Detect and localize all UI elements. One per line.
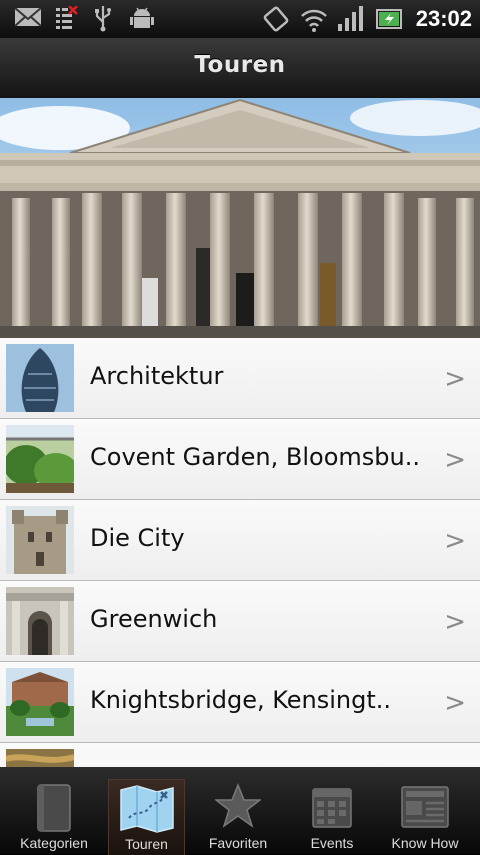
thumbnail-knightsbridge (6, 668, 74, 736)
tab-know-how[interactable]: Know How (376, 779, 474, 854)
header: Touren (0, 38, 480, 99)
status-clock: 23:02 (415, 6, 472, 31)
tab-label: Kategorien (20, 835, 88, 851)
tab-kategorien[interactable]: Kategorien (6, 779, 102, 854)
newspaper-icon (401, 786, 449, 828)
tab-label: Events (310, 835, 354, 851)
thumbnail-greenwich (6, 587, 74, 655)
bottom-tab-bar: Kategorien Touren Favoriten Events Know … (0, 767, 480, 855)
chevron-right-icon: > (444, 688, 466, 718)
map-icon (119, 785, 174, 833)
android-debug-icon (130, 7, 154, 28)
tab-events[interactable]: Events (284, 779, 380, 854)
status-bar: 23:02 (0, 0, 480, 38)
list-item[interactable] (0, 743, 480, 767)
list-item-label: Knightsbridge, Kensingt.. (90, 686, 392, 714)
book-icon (37, 784, 71, 832)
chevron-right-icon: > (444, 445, 466, 475)
thumbnail-die-city (6, 506, 74, 574)
wifi-icon (301, 9, 327, 32)
rotation-icon (263, 6, 289, 32)
list-item-label: Greenwich (90, 605, 218, 633)
missed-call-icon (56, 6, 78, 29)
page-title: Touren (194, 52, 286, 78)
list-item-label: Covent Garden, Bloomsbu.. (90, 443, 420, 471)
thumbnail-covent-garden (6, 425, 74, 493)
thumbnail-partial (6, 749, 74, 767)
list-item[interactable]: Knightsbridge, Kensingt.. > (0, 662, 480, 743)
list-item[interactable]: Die City > (0, 500, 480, 581)
list-item[interactable]: Covent Garden, Bloomsbu.. > (0, 419, 480, 500)
tab-touren[interactable]: Touren (108, 779, 185, 855)
thumbnail-architektur (6, 344, 74, 412)
list-item[interactable]: Architektur > (0, 338, 480, 419)
tab-label: Touren (125, 836, 168, 852)
email-icon (14, 7, 42, 27)
signal-icon (338, 6, 363, 31)
battery-charging-icon (376, 9, 402, 29)
usb-icon (95, 6, 111, 32)
calendar-icon (312, 788, 352, 828)
tab-label: Favoriten (208, 835, 268, 851)
list-item-label: Die City (90, 524, 185, 552)
hero-image (0, 98, 480, 338)
chevron-right-icon: > (444, 364, 466, 394)
list-item[interactable]: Greenwich > (0, 581, 480, 662)
star-icon (215, 783, 261, 828)
tour-list[interactable]: Architektur > Covent Garden, Bloomsbu.. … (0, 338, 480, 767)
tab-label: Know How (391, 835, 459, 851)
chevron-right-icon: > (444, 607, 466, 637)
tab-favoriten[interactable]: Favoriten (190, 779, 286, 854)
chevron-right-icon: > (444, 526, 466, 556)
list-item-label: Architektur (90, 362, 224, 390)
